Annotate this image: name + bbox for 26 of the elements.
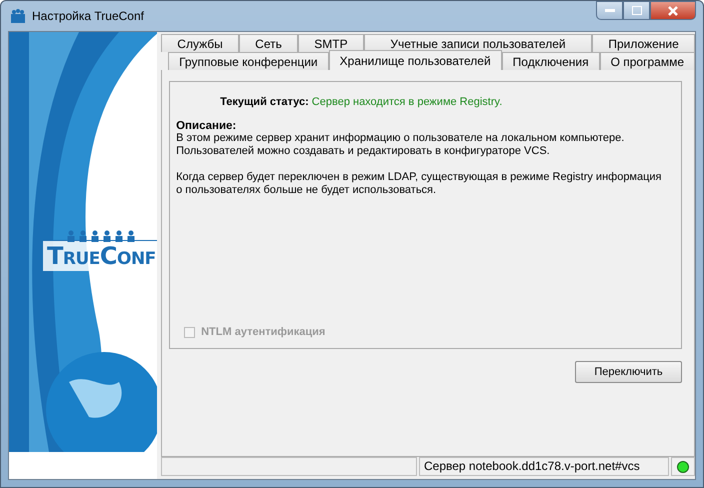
maximize-button[interactable]	[623, 1, 650, 20]
switch-button[interactable]: Переключить	[575, 361, 682, 383]
close-button[interactable]	[650, 1, 696, 20]
status-value: Сервер находится в режиме Registry.	[312, 96, 502, 108]
tab[interactable]: Приложение	[592, 34, 695, 52]
maximize-icon	[632, 6, 642, 15]
app-icon	[10, 8, 26, 24]
tab[interactable]: Учетные записи пользователей	[364, 34, 592, 52]
logo-text: TrueConf	[47, 243, 156, 269]
tab[interactable]: Групповые конференции	[168, 52, 329, 70]
tab[interactable]: Подключения	[502, 52, 600, 70]
status-label: Текущий статус:	[220, 96, 309, 108]
description-text: Когда сервер будет переключен в режим LDAP, существующая в режиме Registry информация о пользователях больше не будет использоваться.	[176, 171, 663, 197]
tab[interactable]: Сеть	[238, 34, 298, 52]
checkbox-label: NTLM аутентификация	[201, 326, 326, 338]
tab[interactable]: SMTP	[298, 34, 364, 52]
description-heading: Описание:	[176, 120, 238, 132]
window-title: Настройка TrueConf	[32, 9, 144, 23]
tab[interactable]: Службы	[161, 34, 239, 52]
description-text: В этом режиме сервер хранит информацию о пользователе на локальном компьютере. Пользователей можно создавать и редактировать в конфигураторе VCS.	[176, 132, 626, 158]
tab[interactable]: О программе	[600, 52, 695, 70]
server-status-text: Сервер notebook.dd1c78.v-port.net#vcs	[419, 457, 669, 476]
close-icon	[668, 6, 678, 16]
minimize-button[interactable]	[596, 1, 623, 20]
minimize-icon	[604, 8, 614, 12]
tab[interactable]: Хранилище пользователей	[328, 50, 502, 70]
